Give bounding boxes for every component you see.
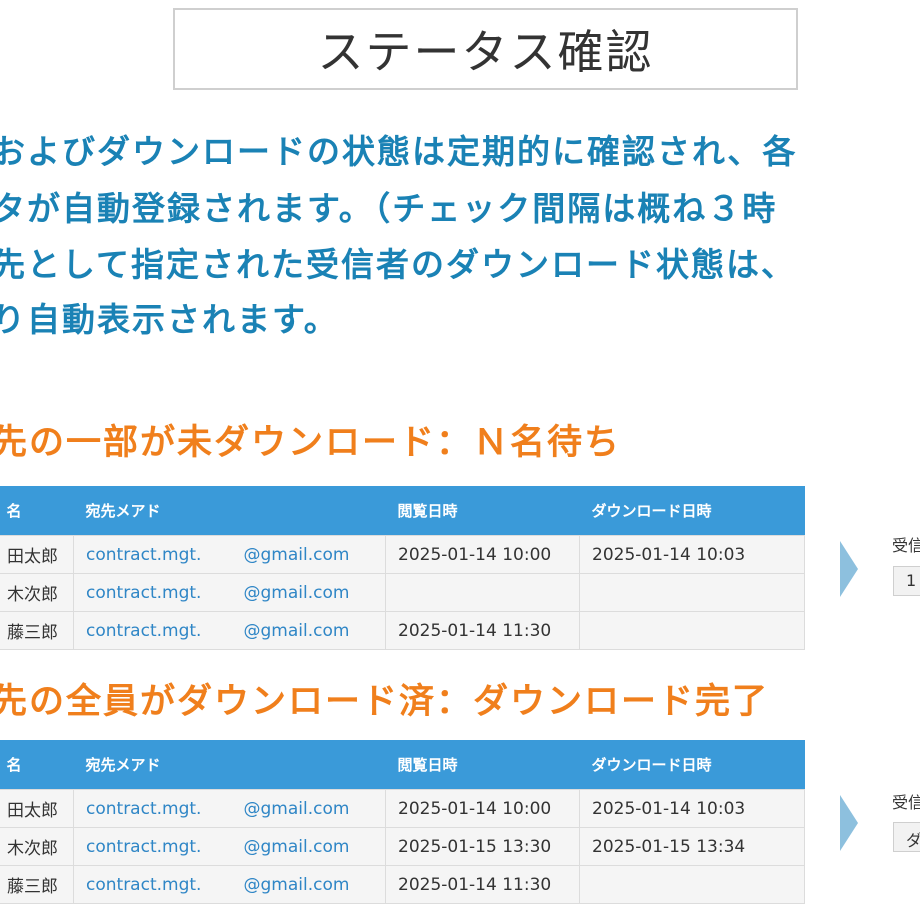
- column-header-downloaded: ダウンロード日時: [579, 740, 805, 790]
- recipient-email-domain[interactable]: @gmail.com: [243, 789, 387, 828]
- side-panel-label: 受信: [892, 536, 920, 555]
- recipient-name: 藤三郎: [0, 865, 74, 904]
- column-header-name: 名: [0, 486, 74, 536]
- side-panel-label: 受信: [892, 793, 920, 812]
- status-table-complete: 名 宛先メアド 閲覧日時 ダウンロード日時 田太郎 contract.mgt. …: [0, 740, 806, 904]
- table-row: 藤三郎 contract.mgt. @gmail.com 2025-01-14 …: [0, 611, 806, 650]
- viewed-datetime: 2025-01-15 13:30: [385, 827, 581, 866]
- recipient-email-domain[interactable]: @gmail.com: [243, 827, 387, 866]
- column-header-downloaded: ダウンロード日時: [579, 486, 805, 536]
- recipient-name: 木次郎: [0, 573, 74, 612]
- table-row: 木次郎 contract.mgt. @gmail.com 2025-01-15 …: [0, 827, 806, 866]
- table-row: 田太郎 contract.mgt. @gmail.com 2025-01-14 …: [0, 789, 806, 828]
- recipient-email-link[interactable]: contract.mgt.: [73, 865, 244, 904]
- viewed-datetime: 2025-01-14 10:00: [385, 789, 581, 828]
- downloaded-datetime: 2025-01-14 10:03: [579, 535, 806, 574]
- viewed-datetime: [385, 573, 581, 612]
- recipient-name: 田太郎: [0, 789, 74, 828]
- recipient-email-domain[interactable]: @gmail.com: [243, 865, 387, 904]
- recipient-email-domain[interactable]: @gmail.com: [243, 573, 387, 612]
- recipient-name: 田太郎: [0, 535, 74, 574]
- column-header-name: 名: [0, 740, 74, 790]
- section-heading-partial: 先の一部が未ダウンロード：Ｎ名待ち: [0, 423, 622, 463]
- viewed-datetime: 2025-01-14 10:00: [385, 535, 581, 574]
- downloaded-datetime: 2025-01-14 10:03: [579, 789, 806, 828]
- page-title: ステータス確認: [173, 8, 798, 90]
- table-header-row: 名 宛先メアド 閲覧日時 ダウンロード日時: [0, 740, 805, 790]
- description-line-4: り自動表示されます。: [0, 300, 339, 339]
- arrow-right-icon: [840, 795, 858, 851]
- recipient-name: 木次郎: [0, 827, 74, 866]
- recipient-email-link[interactable]: contract.mgt.: [73, 789, 244, 828]
- table-row: 藤三郎 contract.mgt. @gmail.com 2025-01-14 …: [0, 865, 806, 904]
- recipient-email-domain[interactable]: @gmail.com: [243, 535, 387, 574]
- recipient-email-link[interactable]: contract.mgt.: [73, 573, 244, 612]
- viewed-datetime: 2025-01-14 11:30: [385, 865, 581, 904]
- arrow-right-icon: [840, 541, 858, 597]
- side-panel-value: ダ: [893, 822, 920, 852]
- recipient-email-link[interactable]: contract.mgt.: [73, 535, 244, 574]
- description-line-2: タが自動登録されます。（チェック間隔は概ね３時: [0, 189, 778, 228]
- description-line-1: およびダウンロードの状態は定期的に確認され、各: [0, 132, 798, 171]
- downloaded-datetime: 2025-01-15 13:34: [579, 827, 806, 866]
- recipient-email-domain[interactable]: @gmail.com: [243, 611, 387, 650]
- downloaded-datetime: [579, 865, 806, 904]
- column-header-viewed: 閲覧日時: [385, 486, 580, 536]
- column-header-email: 宛先メアド: [73, 486, 386, 536]
- recipient-email-link[interactable]: contract.mgt.: [73, 611, 244, 650]
- side-panel-value: 1: [893, 566, 920, 596]
- viewed-datetime: 2025-01-14 11:30: [385, 611, 581, 650]
- column-header-viewed: 閲覧日時: [385, 740, 580, 790]
- section-heading-complete: 先の全員がダウンロード済：ダウンロード完了: [0, 682, 770, 722]
- table-row: 木次郎 contract.mgt. @gmail.com: [0, 573, 806, 612]
- table-header-row: 名 宛先メアド 閲覧日時 ダウンロード日時: [0, 486, 805, 536]
- status-table-partial: 名 宛先メアド 閲覧日時 ダウンロード日時 田太郎 contract.mgt. …: [0, 486, 806, 650]
- downloaded-datetime: [579, 573, 806, 612]
- downloaded-datetime: [579, 611, 806, 650]
- recipient-email-link[interactable]: contract.mgt.: [73, 827, 244, 866]
- description-line-3: 先として指定された受信者のダウンロード状態は、: [0, 245, 797, 284]
- table-row: 田太郎 contract.mgt. @gmail.com 2025-01-14 …: [0, 535, 806, 574]
- column-header-email: 宛先メアド: [73, 740, 386, 790]
- recipient-name: 藤三郎: [0, 611, 74, 650]
